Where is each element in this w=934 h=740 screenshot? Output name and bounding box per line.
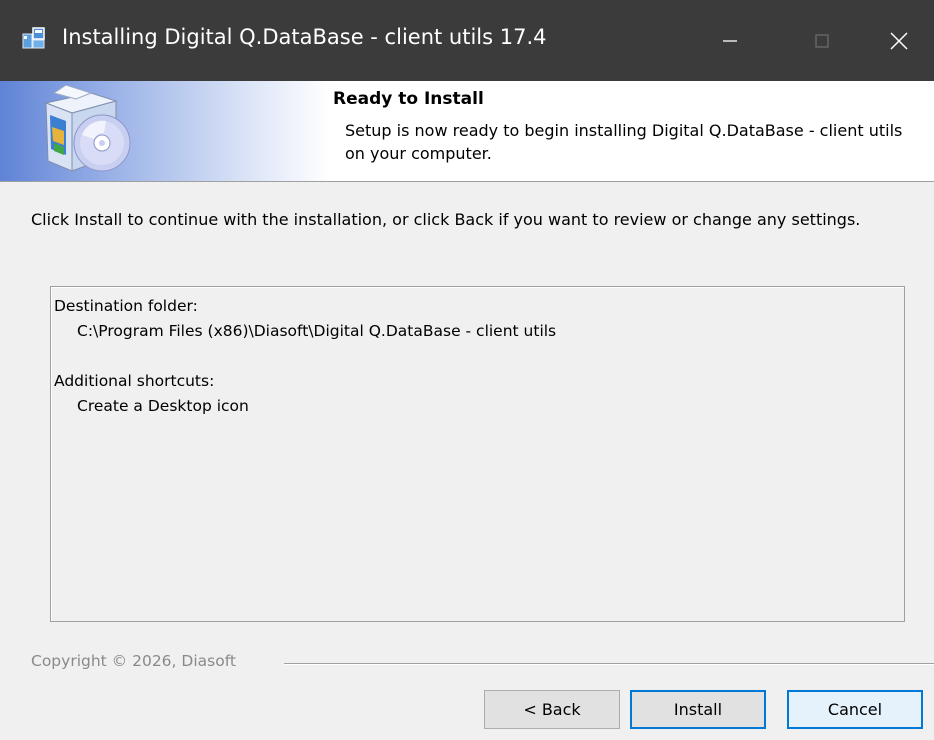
intro-text: Click Install to continue with the insta… <box>31 210 861 229</box>
copyright-text: Copyright © 2026, Diasoft <box>31 652 236 670</box>
destination-label: Destination folder: <box>54 297 198 315</box>
close-icon <box>890 31 908 50</box>
cancel-button[interactable]: Cancel <box>787 690 923 729</box>
maximize-icon <box>815 33 829 48</box>
shortcuts-label: Additional shortcuts: <box>54 372 215 390</box>
install-button[interactable]: Install <box>630 690 766 729</box>
setup-box-cd-icon <box>36 84 136 177</box>
setup-icon <box>22 26 46 50</box>
minimize-button[interactable] <box>695 0 765 81</box>
window-title: Installing Digital Q.DataBase - client u… <box>62 25 547 49</box>
page-title: Ready to Install <box>333 89 484 109</box>
minimize-icon <box>723 39 737 42</box>
shortcuts-value: Create a Desktop icon <box>77 397 249 415</box>
page-subtitle: Setup is now ready to begin installing D… <box>345 121 903 163</box>
destination-value: C:\Program Files (x86)\Diasoft\Digital Q… <box>77 322 557 340</box>
back-button[interactable]: < Back <box>484 690 620 729</box>
close-button[interactable] <box>864 0 934 81</box>
installer-window: Installing Digital Q.DataBase - client u… <box>0 0 934 740</box>
footer-divider <box>284 663 934 665</box>
header-banner: Ready to Install Setup is now ready to b… <box>0 81 934 182</box>
ready-memo[interactable]: Destination folder: C:\Program Files (x8… <box>50 286 905 622</box>
maximize-button <box>787 0 857 81</box>
